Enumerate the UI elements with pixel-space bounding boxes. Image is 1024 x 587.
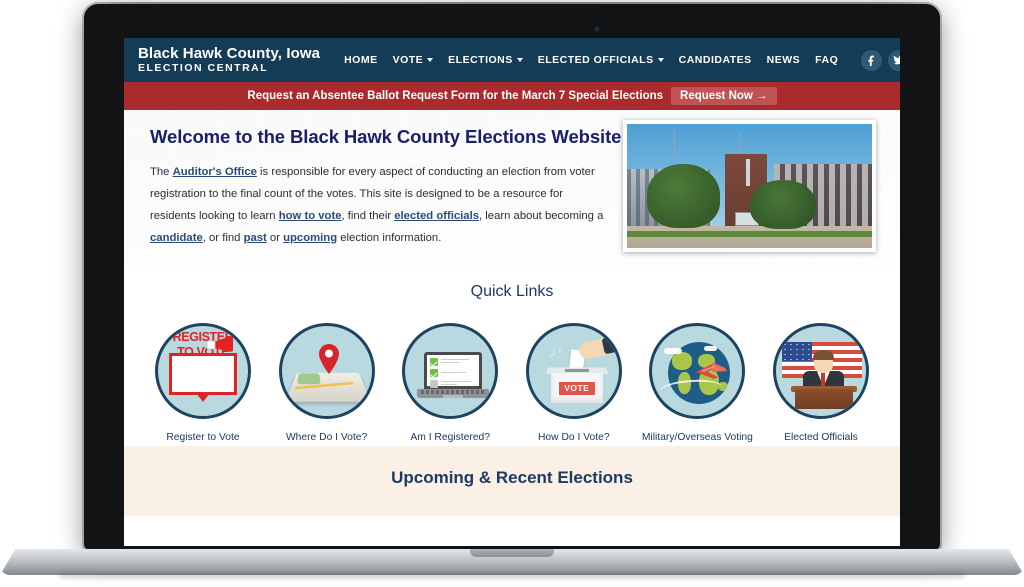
- request-now-button[interactable]: Request Now →: [671, 87, 777, 105]
- text-fragment: or: [266, 232, 284, 245]
- register-badge-line1: REGISTER: [172, 330, 234, 344]
- site-header: Black Hawk County, Iowa ELECTION CENTRAL…: [124, 38, 900, 82]
- text-fragment: The: [150, 166, 173, 178]
- nav-item-label: ELECTIONS: [448, 54, 513, 66]
- courthouse-photo: [623, 120, 876, 252]
- quick-link-label: How Do I Vote?: [538, 432, 610, 443]
- hero-paragraph: The Auditor's Office is responsible for …: [150, 161, 610, 249]
- upcoming-elections-link[interactable]: upcoming: [283, 232, 337, 244]
- nav-item-home[interactable]: HOME: [344, 54, 378, 66]
- nav-item-label: ELECTED OFFICIALS: [537, 54, 654, 66]
- elected-officials-link[interactable]: elected officials: [394, 210, 479, 222]
- nav-item-candidates[interactable]: CANDIDATES: [679, 54, 752, 66]
- quick-link-elected-officials[interactable]: Elected Officials: [762, 323, 880, 446]
- map-pin-icon: [278, 323, 375, 419]
- ballot-box-icon: VOTE: [525, 323, 622, 419]
- nav-item-elected-officials[interactable]: ELECTED OFFICIALS: [538, 54, 664, 66]
- brand-subtitle: ELECTION CENTRAL: [138, 62, 269, 75]
- nav-item-news[interactable]: NEWS: [767, 54, 801, 66]
- upcoming-elections-title: Upcoming & Recent Elections: [391, 467, 633, 487]
- laptop-mockup: Black Hawk County, Iowa ELECTION CENTRAL…: [0, 0, 1024, 587]
- text-fragment: election information.: [337, 232, 442, 245]
- vote-badge: VOTE: [558, 382, 595, 395]
- chevron-down-icon: [516, 58, 523, 62]
- nav-item-label: NEWS: [766, 54, 801, 66]
- nav-item-faq[interactable]: FAQ: [815, 54, 838, 66]
- quick-link-military-overseas-voting[interactable]: Military/Overseas Voting: [638, 323, 756, 446]
- alert-text: Request an Absentee Ballot Request Form …: [247, 90, 664, 102]
- text-fragment: , learn about becoming a: [479, 210, 604, 223]
- how-to-vote-link[interactable]: how to vote: [279, 210, 342, 222]
- chevron-down-icon: [427, 58, 434, 62]
- register-to-vote-icon: REGISTER TO VOTE: [155, 323, 251, 419]
- webcam-icon: [594, 26, 600, 32]
- twitter-icon[interactable]: [888, 49, 900, 71]
- quick-link-label: Elected Officials: [784, 432, 858, 443]
- auditors-office-link[interactable]: Auditor's Office: [173, 166, 257, 178]
- quick-link-label: Military/Overseas Voting: [641, 432, 753, 443]
- laptop-base-notch: [470, 549, 554, 557]
- nav-item-vote[interactable]: VOTE: [393, 54, 434, 66]
- browser-viewport: Black Hawk County, Iowa ELECTION CENTRAL…: [124, 38, 900, 546]
- location-pin-icon: [318, 344, 339, 374]
- nav-item-label: FAQ: [815, 54, 839, 66]
- register-badge-line2: TO VOTE: [177, 345, 229, 359]
- quick-links-section: Quick Links REGISTER TO VOTE Register to…: [124, 265, 900, 446]
- quick-link-am-i-registered[interactable]: Am I Registered?: [391, 323, 509, 446]
- upcoming-elections-section: Upcoming & Recent Elections: [124, 445, 900, 516]
- quick-links-row: REGISTER TO VOTE Register to Vote Where …: [124, 323, 900, 446]
- megaphone-icon: [206, 336, 233, 352]
- main-navigation: HOME VOTE ELECTIONS ELECTED OFFICIALS CA…: [344, 49, 900, 71]
- globe-airplane-icon: [649, 323, 746, 419]
- quick-link-register-to-vote[interactable]: REGISTER TO VOTE Register to Vote: [144, 323, 262, 446]
- quick-link-label: Register to Vote: [166, 432, 240, 443]
- quick-link-where-do-i-vote[interactable]: Where Do I Vote?: [268, 323, 386, 446]
- official-podium-icon: [772, 323, 869, 419]
- quick-link-label: Where Do I Vote?: [285, 432, 368, 443]
- laptop-checklist-icon: [402, 323, 499, 419]
- past-elections-link[interactable]: past: [244, 232, 267, 244]
- airplane-icon: [696, 362, 728, 379]
- brand-title: Black Hawk County, Iowa: [138, 44, 321, 62]
- alert-banner: Request an Absentee Ballot Request Form …: [124, 82, 900, 110]
- nav-item-label: CANDIDATES: [678, 54, 752, 66]
- nav-item-label: VOTE: [392, 54, 424, 66]
- quick-link-label: Am I Registered?: [410, 432, 490, 443]
- hero-section: Welcome to the Black Hawk County Electio…: [124, 110, 900, 265]
- text-fragment: , find their: [341, 210, 395, 223]
- candidate-link[interactable]: candidate: [150, 232, 203, 244]
- facebook-icon[interactable]: [861, 49, 883, 71]
- text-fragment: , or find: [202, 232, 244, 245]
- site-brand[interactable]: Black Hawk County, Iowa ELECTION CENTRAL: [138, 44, 321, 75]
- nav-item-elections[interactable]: ELECTIONS: [448, 54, 523, 66]
- laptop-shadow: [60, 574, 964, 580]
- social-links: [861, 49, 900, 71]
- chevron-down-icon: [657, 58, 664, 62]
- quick-link-how-do-i-vote[interactable]: VOTE How Do I Vote?: [515, 323, 633, 446]
- nav-item-label: HOME: [344, 54, 378, 66]
- quick-links-title: Quick Links: [470, 283, 554, 300]
